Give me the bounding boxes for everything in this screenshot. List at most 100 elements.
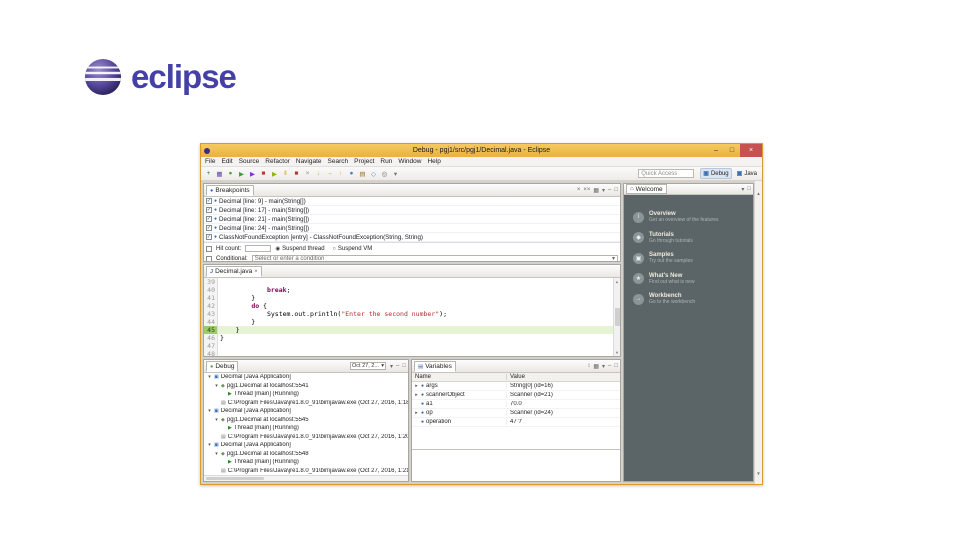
expander-icon[interactable]: ▾ xyxy=(214,417,219,423)
code-line[interactable]: 44 } xyxy=(204,318,620,326)
step-over-icon[interactable]: → xyxy=(325,169,334,179)
new-java-class-icon[interactable]: ● xyxy=(347,169,356,179)
code-line[interactable]: 39 xyxy=(204,278,620,286)
tab-breakpoints[interactable]: ● Breakpoints xyxy=(206,185,254,196)
maximize-view-icon[interactable]: □ xyxy=(402,363,406,369)
new-wizard-icon[interactable]: + xyxy=(204,169,213,179)
debug-tree-row[interactable]: ▶ Thread [main] (Running) xyxy=(204,424,408,433)
menu-file[interactable]: File xyxy=(205,158,215,165)
view-menu-icon[interactable]: ▾ xyxy=(741,186,744,193)
step-into-icon[interactable]: ↓ xyxy=(314,169,323,179)
console-selector[interactable]: Oct 27, 2... ▾ xyxy=(350,362,387,370)
maximize-view-icon[interactable]: □ xyxy=(614,187,618,193)
view-menu-icon[interactable]: ▾ xyxy=(390,363,393,370)
stop-icon[interactable]: ■ xyxy=(259,169,268,179)
search-icon[interactable]: ◎ xyxy=(380,169,389,179)
view-menu-icon[interactable]: ▾ xyxy=(602,187,605,194)
tab-decimal-java[interactable]: J Decimal.java × xyxy=(206,266,262,277)
hit-count-checkbox[interactable] xyxy=(206,245,212,252)
minimize-view-icon[interactable]: ‒ xyxy=(608,363,611,369)
code-line[interactable]: 45 } xyxy=(204,326,620,334)
scrollbar-thumb[interactable] xyxy=(614,308,620,326)
radio-suspend-thread[interactable]: ◉ Suspend thread xyxy=(275,246,324,252)
expander-icon[interactable]: ▸ xyxy=(414,392,419,398)
debug-icon[interactable]: ● xyxy=(226,169,235,179)
coverage-icon[interactable]: ▶ xyxy=(248,169,257,179)
debug-tree-row[interactable]: ▶ Thread [main] (Running) xyxy=(204,390,408,399)
expander-icon[interactable]: ▾ xyxy=(207,442,212,448)
maximize-button[interactable]: □ xyxy=(724,144,740,157)
debug-tree-row[interactable]: ▤ C:\Program Files\Java\jre1.8.0_91\bin\j… xyxy=(204,399,408,408)
variable-row[interactable]: ● a1 70.0 xyxy=(412,400,620,409)
menu-help[interactable]: Help xyxy=(427,158,440,165)
quick-access-input[interactable]: Quick Access xyxy=(638,169,695,178)
resume-icon[interactable]: ▶ xyxy=(270,169,279,179)
remove-all-breakpoints-icon[interactable]: ×× xyxy=(583,187,590,193)
new-package-icon[interactable]: ▤ xyxy=(358,169,367,179)
debug-tree-row[interactable]: ▾ ▣ Decimal [Java Application] xyxy=(204,373,408,382)
view-menu-icon[interactable]: ▾ xyxy=(602,363,605,370)
debug-tree-row[interactable]: ▶ Thread [main] (Running) xyxy=(204,458,408,467)
code-line[interactable]: 41 } xyxy=(204,294,620,302)
debug-tree-row[interactable]: ▾ ◆ pgj1.Decimal at localhost:5541 xyxy=(204,382,408,391)
welcome-item-workbench[interactable]: → Workbench Go to the workbench xyxy=(633,293,745,306)
breakpoint-row[interactable]: ✓ ● Decimal [line: 24] - main(String[]) xyxy=(204,224,620,233)
remove-breakpoint-icon[interactable]: × xyxy=(577,187,581,193)
maximize-view-icon[interactable]: □ xyxy=(614,363,618,369)
breakpoint-checkbox[interactable]: ✓ xyxy=(206,207,212,213)
menu-source[interactable]: Source xyxy=(239,158,260,165)
restore-up-icon[interactable]: ▲ xyxy=(756,191,760,196)
debug-tree-row[interactable]: ▤ C:\Program Files\Java\jre1.8.0_91\bin\j… xyxy=(204,433,408,442)
variable-row[interactable]: ● operation 47 '/' xyxy=(412,418,620,427)
perspective-java[interactable]: ▣ Java xyxy=(735,169,759,178)
tab-debug[interactable]: ● Debug xyxy=(206,361,239,372)
perspective-debug[interactable]: ▣ Debug xyxy=(700,168,732,179)
open-type-icon[interactable]: ◇ xyxy=(369,169,378,179)
variable-row[interactable]: ▸ ● op Scanner (id=24) xyxy=(412,409,620,418)
code-line[interactable]: 43 System.out.println("Enter the second … xyxy=(204,310,620,318)
menu-window[interactable]: Window xyxy=(398,158,421,165)
close-button[interactable]: × xyxy=(740,144,762,157)
breakpoint-checkbox[interactable]: ✓ xyxy=(206,198,212,204)
variable-row[interactable]: ▸ ● scannerObject Scanner (id=21) xyxy=(412,391,620,400)
debug-tree-row[interactable]: ▾ ▣ Decimal [Java Application] xyxy=(204,407,408,416)
debug-tree-row[interactable]: ▾ ◆ pgj1.Decimal at localhost:5545 xyxy=(204,416,408,425)
tab-variables[interactable]: ▤ Variables xyxy=(414,361,456,372)
menu-navigate[interactable]: Navigate xyxy=(296,158,322,165)
code-line[interactable]: 47 xyxy=(204,342,620,350)
breakpoint-row[interactable]: ✓ ● Decimal [line: 17] - main(String[]) xyxy=(204,206,620,215)
tab-welcome[interactable]: ⌂ Welcome xyxy=(626,184,667,194)
condition-combo[interactable]: Select or enter a condition ▾ xyxy=(251,254,618,261)
expander-icon[interactable]: ▾ xyxy=(214,451,219,457)
minimize-button[interactable]: – xyxy=(708,144,724,157)
code-line[interactable]: 42 do { xyxy=(204,302,620,310)
variable-row[interactable]: ▸ ● args String[0] (id=16) xyxy=(412,382,620,391)
show-breakpoints-icon[interactable]: ▦ xyxy=(593,187,599,194)
radio-suspend-vm[interactable]: ○ Suspend VM xyxy=(333,246,373,252)
expander-icon[interactable]: ▸ xyxy=(414,383,419,389)
scroll-down-icon[interactable]: ▼ xyxy=(616,350,618,355)
terminate-icon[interactable]: ■ xyxy=(292,169,301,179)
menu-refactor[interactable]: Refactor xyxy=(265,158,290,165)
menu-edit[interactable]: Edit xyxy=(221,158,232,165)
breakpoint-checkbox[interactable]: ✓ xyxy=(206,216,212,222)
breakpoint-checkbox[interactable]: ✓ xyxy=(206,234,212,240)
disconnect-icon[interactable]: × xyxy=(303,169,312,179)
save-icon[interactable]: ▦ xyxy=(215,169,224,179)
breakpoint-row[interactable]: ✓ ● Decimal [line: 21] - main(String[]) xyxy=(204,215,620,224)
expander-icon[interactable]: ▾ xyxy=(207,374,212,380)
restore-down-icon[interactable]: ▼ xyxy=(756,471,760,476)
annotation-icon[interactable]: ▾ xyxy=(391,169,400,179)
scroll-up-icon[interactable]: ▲ xyxy=(616,279,618,284)
hit-count-input[interactable] xyxy=(245,245,272,252)
conditional-checkbox[interactable] xyxy=(206,255,212,261)
editor-scrollbar[interactable]: ▲ ▼ xyxy=(613,278,620,356)
expander-icon[interactable]: ▾ xyxy=(214,383,219,389)
run-icon[interactable]: ▶ xyxy=(237,169,246,179)
welcome-item-overview[interactable]: i Overview Get an overview of the features xyxy=(633,211,745,224)
layout-icon[interactable]: ▦ xyxy=(593,363,599,370)
column-name[interactable]: Name xyxy=(412,374,507,380)
column-value[interactable]: Value xyxy=(507,374,620,380)
scrollbar-thumb[interactable] xyxy=(206,477,264,480)
step-return-icon[interactable]: ↑ xyxy=(336,169,345,179)
